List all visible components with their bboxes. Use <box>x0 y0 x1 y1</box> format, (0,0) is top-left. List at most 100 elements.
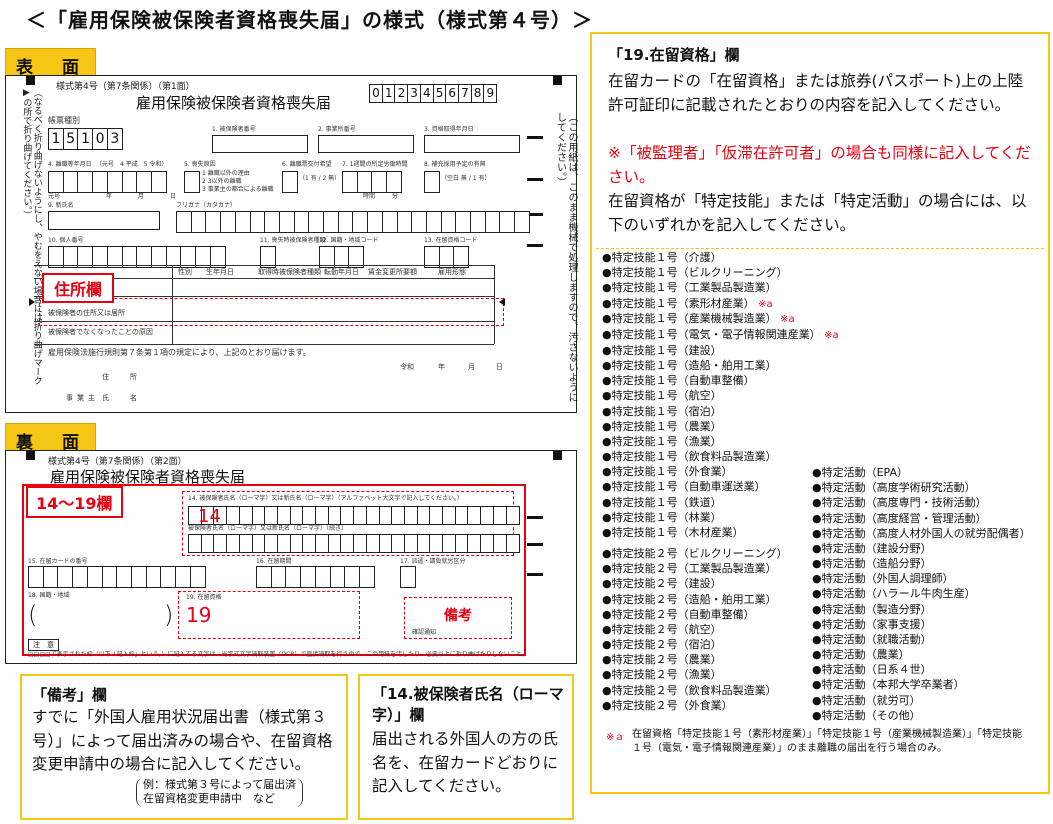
sample-digit-cells: 0123456789 <box>369 84 498 103</box>
status-explanation-box: 「19.在留資格」欄 在留カードの「在留資格」または旅券(パスポート)上の上陸許… <box>590 32 1050 794</box>
field-7-label: 7. 1週間の所定労働時間 <box>342 161 408 168</box>
field-1-label: 1. 被保険者番号 <box>212 126 256 133</box>
date-reiwa: 令和 <box>400 363 414 371</box>
list-item: ●特定活動（EPA） <box>812 466 909 479</box>
reason-cell[interactable] <box>184 171 200 193</box>
front-form-header: 様式第4号（第7条関係）（第1面） <box>56 82 195 92</box>
list-item: ●特定活動（本邦大学卒業者） <box>812 678 965 692</box>
status-box-text-1: 在留カードの「在留資格」または旅券(パスポート)上の上陸許可証印に記載されたとお… <box>608 72 1024 114</box>
reason-option-1: 1 離職以外の理由 <box>202 170 250 177</box>
status-box-title: 「19.在留資格」欄 <box>608 46 740 64</box>
law-line: 雇用保険法施行規則第７条第１項の規定により、上記のとおり届けます。 <box>48 348 311 357</box>
list-item: ●特定技能１号（飲食料品製造業） <box>602 450 777 464</box>
field-14-sub-label: 被保険者氏名（ローマ字）又は新氏名（ローマ字）〔続き〕 <box>188 525 348 532</box>
list-item: ●特定技能１号（林業） <box>602 510 722 524</box>
registration-mark <box>553 451 562 460</box>
list-item: ●特定技能１号（工業製品製造業） <box>602 281 777 295</box>
address-row-label: 被保険者の住所又は居所 <box>48 309 125 317</box>
field-19-label: 19. 在留資格 <box>186 594 222 601</box>
signer-employer: 事業主 <box>66 394 99 402</box>
weekly-hours-cells[interactable] <box>342 171 403 193</box>
kind-code-cells: 15103 <box>48 128 123 150</box>
separation-date-cells[interactable] <box>48 171 167 193</box>
list-item: ●特定技能２号（ビルクリーニング） <box>602 547 788 560</box>
list-item: ●特定技能２号（漁業） <box>602 668 722 682</box>
date-year: 年 <box>438 363 445 371</box>
signer-name-1: 氏 <box>102 394 109 402</box>
fold-arrow-icon <box>29 298 35 306</box>
kind-code-label: 帳票種別 <box>48 116 80 125</box>
new-name-box[interactable] <box>48 211 160 230</box>
field-10-label: 10. 個人番号 <box>48 237 84 244</box>
th-sex: 性別 <box>178 268 192 276</box>
registration-mark <box>553 76 562 85</box>
list-item: ●特定活動（建設分野） <box>812 541 932 555</box>
list-item: ●特定技能２号（自動車整備） <box>602 607 755 621</box>
front-form: 様式第4号（第7条関係）（第1面） 雇用保険被保険者資格喪失届 01234567… <box>5 75 577 413</box>
name-box-text: 届出される外国人の方の氏名を、在留カードどおりに記入してください。 <box>372 730 559 796</box>
romaji-name-cells-1[interactable] <box>188 506 520 525</box>
office-number-box[interactable] <box>318 135 414 153</box>
timing-mark <box>527 573 543 576</box>
timing-mark <box>527 178 543 181</box>
signer-address-2: 所 <box>130 373 137 381</box>
residence-period-cells[interactable] <box>256 566 375 588</box>
th-employment: 雇用形態 <box>438 268 466 276</box>
field-15-label: 15. 在留カードの番号 <box>28 558 88 565</box>
list-item: ●特定活動（日系４世） <box>812 663 932 677</box>
field-9-label: 9. 新氏名 <box>48 202 74 209</box>
dispatch-cell[interactable] <box>400 566 416 588</box>
page-title: ＜「雇用保険被保険者資格喪失届」の様式（様式第４号）＞ <box>26 8 593 32</box>
list-item: ●特定技能１号（電気・電子情報関連産業） ※a <box>602 328 839 342</box>
remarks-box-example: 例：様式第３号によって届出済 在留資格変更申請中 など <box>136 778 304 807</box>
fold-note-vertical: （なるべく折り曲げないようにし、やむをえない場合には折り曲げマーク▶の所で折り曲… <box>21 88 42 385</box>
name-explanation-box: 「14.被保険者氏名（ローマ字）」欄 届出される外国人の方の氏名を、在留カードど… <box>358 674 574 820</box>
list-item: ●特定活動（高度学術研究活動） <box>812 481 976 495</box>
note-marker: ※a <box>780 314 795 326</box>
close-paren: ) <box>164 601 174 629</box>
skill-2-list: ●特定技能２号（ビルクリーニング） ●特定技能２号（工業製品製造業） ●特定技能… <box>602 546 788 713</box>
list-item: ●特定技能１号（自動車整備） <box>602 374 755 388</box>
new-name-kana-cells[interactable] <box>176 211 531 233</box>
signer-address-1: 住 <box>102 373 109 381</box>
field-12-label: 12. 国籍・地域コード <box>319 237 379 244</box>
date-month-label: 月 <box>138 193 145 200</box>
field-14-label: 14. 被保険者氏名（ローマ字）又は新氏名（ローマ字）（アルファベット大文字で記… <box>188 495 464 502</box>
field-5-label: 5. 喪失原因 <box>184 161 216 168</box>
th-acquire-type: 取得時被保険者種類 <box>258 268 321 276</box>
qualification-date-box[interactable] <box>424 135 520 153</box>
list-item: ●特定技能１号（自動車運送業） <box>602 480 766 494</box>
field-3-label: 3. 資格取得年月日 <box>424 126 474 133</box>
list-item: ●特定技能１号（鉄道） <box>602 495 722 509</box>
list-item: ●特定技能１号（外食業） <box>602 465 733 479</box>
remarks-explanation-box: 「備考」欄 すでに「外国人雇用状況届出書（様式第３号）」によって届出済みの場合や… <box>20 674 348 820</box>
open-paren: ( <box>28 601 38 629</box>
remarks-box-title: 「備考」欄 <box>32 686 108 704</box>
romaji-name-cells-2[interactable] <box>188 534 520 553</box>
list-item: ●特定活動（農業） <box>812 648 910 662</box>
list-item: ●特定技能１号（産業機械製造業） ※a <box>602 312 795 326</box>
field-17-label: 17. 派遣・請負就労区分 <box>400 558 466 565</box>
replacement-cell[interactable] <box>424 171 440 193</box>
designated-activities-list: ●特定活動（EPA） ●特定活動（高度学術研究活動） ●特定活動（高度専門・技術… <box>812 465 1031 723</box>
th-wage: 賃金変更所要額 <box>368 268 417 276</box>
list-item: ●特定技能１号（造船・舶用工業） <box>602 359 777 373</box>
field-14-number: 14 <box>198 506 221 527</box>
front-form-title: 雇用保険被保険者資格喪失届 <box>136 94 332 112</box>
date-era-label: 元号 <box>48 193 61 200</box>
remarks-sub: 確認通知 <box>412 629 437 636</box>
residence-card-number-cells[interactable] <box>28 566 206 588</box>
field-16-label: 16. 在留期間 <box>256 558 292 565</box>
hours-unit: 時間 <box>363 193 376 200</box>
list-item: ●特定技能１号（介護） <box>602 251 722 264</box>
list-item: ●特定技能２号（飲食料品製造業） <box>602 683 777 697</box>
insured-number-box[interactable] <box>212 135 308 153</box>
field-19-number: 19 <box>186 603 212 627</box>
list-item: ●特定技能２号（宿泊） <box>602 638 722 652</box>
list-item: ●特定技能２号（造船・舶用工業） <box>602 592 777 606</box>
fillin-options: （空白 無 / 1 有） <box>441 175 491 182</box>
list-item: ●特定技能２号（建設） <box>602 577 722 591</box>
date-month: 月 <box>468 363 475 371</box>
list-item: ●特定活動（外国人調理師） <box>812 572 954 586</box>
slip-request-cell[interactable] <box>282 171 298 193</box>
